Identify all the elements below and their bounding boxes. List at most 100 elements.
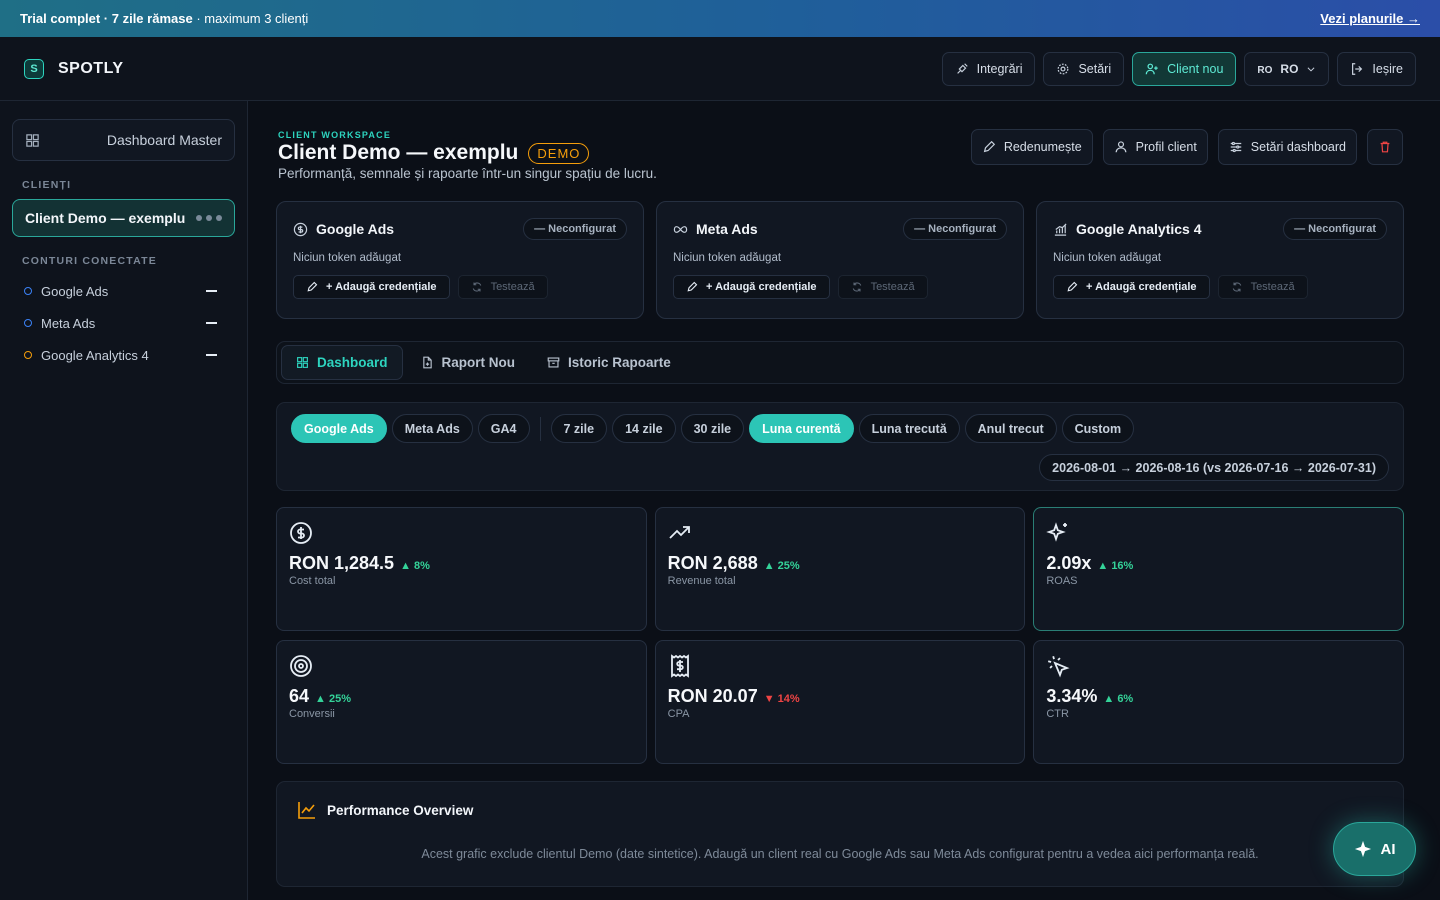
- tab-report-history[interactable]: Istoric Rapoarte: [533, 345, 685, 380]
- kpi-delta: ▲ 25%: [315, 693, 351, 705]
- tab-bar: Dashboard Raport Nou Istoric Rapoarte: [276, 341, 1404, 384]
- tab-dashboard[interactable]: Dashboard: [281, 345, 403, 380]
- lang-code-small: RO: [1257, 65, 1273, 76]
- account-name: Google Analytics 4: [41, 347, 149, 363]
- filter-period-custom[interactable]: Custom: [1061, 414, 1135, 443]
- app-name: SPOTLY: [58, 59, 124, 77]
- account-meta-ads[interactable]: Meta Ads: [12, 307, 235, 339]
- kpi-label: ROAS: [1046, 575, 1078, 587]
- status-badge: — Neconfigurat: [1283, 218, 1387, 240]
- language-select[interactable]: RO RO: [1244, 51, 1330, 86]
- client-profile-button[interactable]: Profil client: [1102, 129, 1208, 165]
- infinity-icon: [673, 225, 688, 233]
- workspace-label: CLIENT WORKSPACE: [278, 130, 392, 140]
- settings-button[interactable]: Setări: [1043, 51, 1125, 86]
- kpi-value: 64: [289, 686, 310, 706]
- account-google-ads[interactable]: Google Ads: [12, 275, 235, 307]
- integration-note: Niciun token adăugat: [673, 252, 782, 264]
- line-chart-icon: [298, 802, 315, 819]
- test-label: Testează: [1250, 281, 1295, 293]
- clients-section-label: CLIENȚI: [22, 179, 72, 191]
- filter-period-30d[interactable]: 30 zile: [680, 414, 745, 443]
- add-credentials-button[interactable]: + Adaugă credențiale: [1053, 275, 1210, 299]
- integration-card-google-ads: Google Ads — Neconfigurat Niciun token a…: [276, 201, 644, 319]
- status-dot-icon: [24, 287, 32, 295]
- kpi-label: CTR: [1046, 708, 1069, 720]
- page-title: Client Demo — exemplu: [278, 141, 519, 164]
- kpi-delta: ▲ 16%: [1097, 560, 1134, 572]
- status-badge: — Neconfigurat: [903, 218, 1007, 240]
- performance-overview-card: Performance Overview Acest grafic exclud…: [276, 781, 1404, 887]
- test-button[interactable]: Testează: [1217, 275, 1308, 299]
- add-credentials-button[interactable]: + Adaugă credențiale: [293, 275, 450, 299]
- client-menu-icon[interactable]: [196, 215, 222, 221]
- kpi-value: RON 20.07: [667, 686, 758, 706]
- refresh-icon: [1232, 282, 1241, 292]
- tab-new-report[interactable]: Raport Nou: [407, 345, 530, 380]
- integrations-button[interactable]: Integrări: [941, 51, 1036, 86]
- ai-label: AI: [1380, 840, 1396, 858]
- add-credentials-label: + Adaugă credențiale: [326, 281, 437, 293]
- delete-client-button[interactable]: [1367, 129, 1403, 165]
- new-client-button[interactable]: Client nou: [1132, 51, 1237, 86]
- trial-text: Trial complet · 7 zile rămase · maximum …: [20, 11, 308, 26]
- pencil-icon: [983, 140, 995, 153]
- account-ga4[interactable]: Google Analytics 4: [12, 339, 235, 371]
- archive-icon: [547, 357, 560, 368]
- accounts-section-label: CONTURI CONECTATE: [22, 255, 157, 267]
- integration-name: Google Analytics 4: [1076, 221, 1202, 237]
- add-credentials-label: + Adaugă credențiale: [706, 281, 817, 293]
- filters-panel: Google Ads Meta Ads GA4 7 zile 14 zile 3…: [276, 402, 1404, 491]
- kpi-delta: ▼ 14%: [763, 693, 800, 705]
- dashboard-settings-button[interactable]: Setări dashboard: [1217, 129, 1357, 165]
- pencil-icon: [307, 281, 318, 292]
- view-plans-link[interactable]: Vezi planurile →: [1320, 11, 1420, 26]
- date-range-display[interactable]: 2026-08-01 → 2026-08-16 (vs 2026-07-16 →…: [1039, 454, 1389, 481]
- test-button[interactable]: Testează: [457, 275, 548, 299]
- gear-icon: [1058, 63, 1069, 74]
- ai-assistant-button[interactable]: AI: [1333, 822, 1416, 876]
- client-item-demo[interactable]: Client Demo — exemplu: [12, 199, 235, 237]
- kpi-delta: ▲ 6%: [1103, 693, 1134, 705]
- test-button[interactable]: Testează: [837, 275, 928, 299]
- filter-source-meta-ads[interactable]: Meta Ads: [391, 414, 473, 443]
- filter-period-current-month[interactable]: Luna curentă: [749, 414, 854, 443]
- filter-source-ga4[interactable]: GA4: [477, 414, 530, 443]
- dashboard-master-button[interactable]: Dashboard Master: [12, 119, 235, 161]
- kpi-delta: ▲ 25%: [763, 560, 800, 572]
- integration-note: Niciun token adăugat: [1053, 252, 1162, 264]
- client-name: Client Demo — exemplu: [25, 210, 186, 226]
- rename-button[interactable]: Redenumește: [970, 129, 1093, 165]
- tab-label: Dashboard: [317, 355, 388, 370]
- trial-status: Trial complet · 7 zile rămase: [20, 11, 193, 26]
- dash-icon: [206, 322, 217, 324]
- trash-icon: [1380, 141, 1390, 153]
- filter-period-last-month[interactable]: Luna trecută: [858, 414, 960, 443]
- file-plus-icon: [422, 356, 432, 369]
- test-label: Testează: [490, 281, 535, 293]
- kpi-value: 3.34%: [1046, 686, 1098, 706]
- integration-card-meta-ads: Meta Ads — Neconfigurat Niciun token adă…: [656, 201, 1024, 319]
- logo[interactable]: S SPOTLY: [24, 58, 124, 79]
- logout-button[interactable]: Ieșire: [1337, 51, 1416, 86]
- sparkles-icon: [1046, 522, 1068, 542]
- logo-mark: S: [24, 58, 44, 79]
- pencil-icon: [687, 281, 698, 292]
- integrations-label: Integrări: [976, 61, 1023, 76]
- kpi-card-roas: 2.09x ▲ 16% ROAS: [1033, 507, 1404, 631]
- filter-period-last-year[interactable]: Anul trecut: [964, 414, 1057, 443]
- kpi-label: Conversii: [289, 708, 335, 720]
- test-label: Testează: [870, 281, 915, 293]
- add-credentials-button[interactable]: + Adaugă credențiale: [673, 275, 830, 299]
- workspace-title-row: Client Demo — exemplu DEMO: [278, 141, 590, 165]
- kpi-card-cost: RON 1,284.5 ▲ 8% Cost total: [276, 507, 647, 631]
- rename-label: Redenumește: [1003, 140, 1082, 154]
- page-subtitle: Performanță, semnale și rapoarte într-un…: [278, 166, 657, 181]
- account-name: Meta Ads: [41, 315, 96, 331]
- user-plus-icon: [1145, 63, 1158, 74]
- kpi-card-cpa: RON 20.07 ▼ 14% CPA: [654, 640, 1026, 764]
- filter-period-7d[interactable]: 7 zile: [550, 414, 608, 443]
- filter-source-google-ads[interactable]: Google Ads: [291, 414, 387, 443]
- kpi-delta: ▲ 8%: [400, 560, 430, 572]
- filter-period-14d[interactable]: 14 zile: [612, 414, 676, 443]
